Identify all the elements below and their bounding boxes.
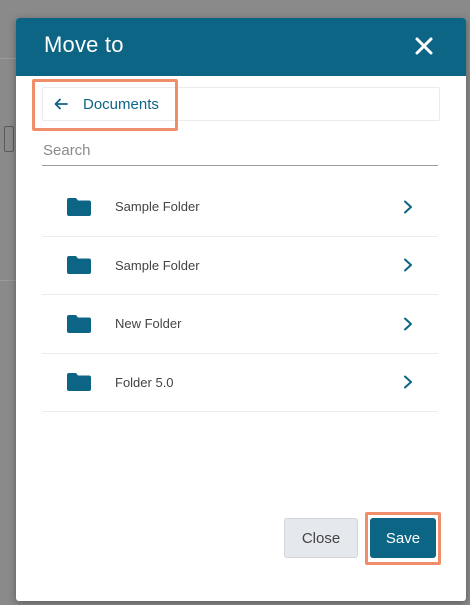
list-item[interactable]: New Folder (42, 295, 438, 354)
chevron-right-icon[interactable] (402, 317, 414, 331)
chevron-right-icon[interactable] (402, 375, 414, 389)
dialog-title: Move to (44, 32, 124, 57)
folder-icon (67, 197, 91, 216)
folder-name: Sample Folder (115, 257, 200, 273)
folder-name: Sample Folder (115, 199, 200, 215)
list-item[interactable]: Sample Folder (42, 178, 438, 237)
folder-icon (67, 256, 91, 275)
back-to-documents-button[interactable]: Documents (49, 91, 179, 117)
close-button[interactable]: Close (284, 518, 358, 558)
folder-name: New Folder (115, 316, 182, 332)
folder-name: Folder 5.0 (115, 374, 174, 390)
arrow-left-icon (54, 98, 68, 110)
breadcrumb-label: Documents (83, 95, 159, 113)
list-item[interactable]: Sample Folder (42, 237, 438, 295)
folder-list: Sample Folder Sample Folder New Folder F… (42, 178, 438, 412)
chevron-right-icon[interactable] (402, 258, 414, 272)
chevron-right-icon[interactable] (402, 200, 414, 214)
dialog-header: Move to (16, 18, 466, 76)
folder-icon (67, 373, 91, 392)
bg-divider (0, 58, 16, 59)
folder-icon (67, 314, 91, 333)
save-button[interactable]: Save (370, 518, 436, 558)
bg-divider (0, 280, 16, 281)
close-x-icon[interactable] (412, 34, 436, 58)
list-item[interactable]: Folder 5.0 (42, 354, 438, 412)
move-to-dialog: Move to Documents Sample Folder (16, 18, 466, 601)
search-input[interactable] (42, 136, 438, 166)
bg-control (4, 126, 14, 152)
